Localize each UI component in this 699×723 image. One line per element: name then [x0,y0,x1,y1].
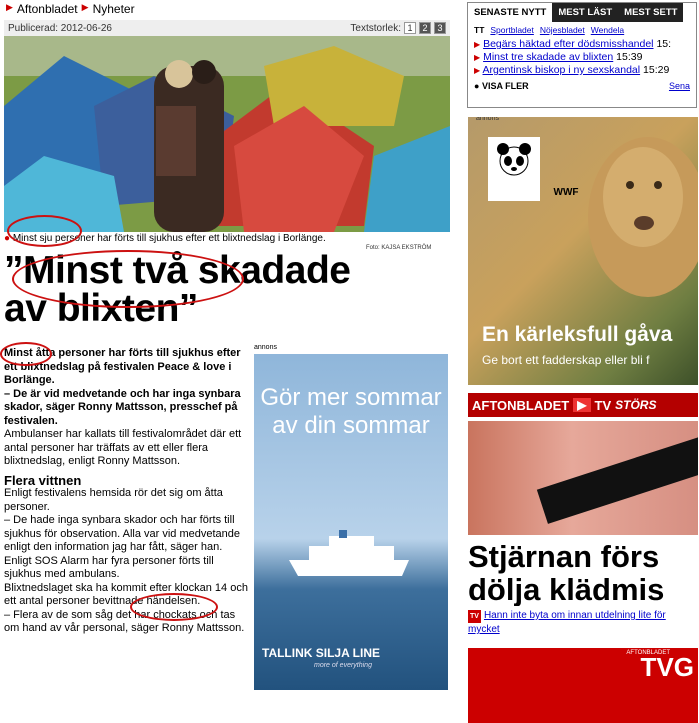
arrow-icon: ▶ [474,66,481,75]
news-title[interactable]: Begärs häktad efter dödsmisshandel [483,38,653,50]
news-filters: TT Sportbladet Nöjesbladet Wendela [468,22,696,38]
photo-credit: Foto: KAJSA EKSTRÖM [366,245,432,251]
tv-bar-title: STÖRS [615,398,657,412]
news-item[interactable]: ▶ Minst tre skadade av blixten 15:39 [474,51,690,64]
news-title[interactable]: Minst tre skadade av blixten [483,51,613,63]
tab-mest-sett[interactable]: MEST SETT [618,3,684,22]
breadcrumb-nyheter[interactable]: Nyheter [93,2,135,16]
arrow-icon: ▶ [6,2,13,12]
news-item[interactable]: ▶ Argentinsk biskop i ny sexskandal 15:2… [474,64,690,77]
bullet-icon: ● [4,233,11,244]
news-title[interactable]: Argentinsk biskop i ny sexskandal [483,64,641,76]
article-paragraph: – De hade inga synbara skador och har fö… [4,514,241,553]
arrow-icon: ● [474,81,480,91]
panda-icon [497,143,531,176]
text-size-2-button[interactable]: 2 [419,22,431,34]
tvguide-logo: TVG [640,652,694,682]
arrow-icon: ▶ [81,2,89,12]
text-size-label: Textstorlek: [350,22,401,34]
breadcrumb-aftonbladet[interactable]: Aftonbladet [17,2,78,16]
tv-badge: TV [468,610,481,623]
wwf-subline: Ge bort ett fadderskap eller bli f [482,353,650,367]
arrow-icon: ▶ [474,53,481,62]
wwf-ad[interactable]: annons WWF En kärleksfull gåva Ge bort e… [468,117,698,385]
aftonbladet-tv-bar[interactable]: AFTONBLADET ▶ TV STÖRS [468,393,698,417]
article-quote: – De är vid medvetande och har inga synb… [4,387,241,427]
ad-label: annons [254,344,277,351]
tab-mest-last[interactable]: MEST LÄST [552,3,619,22]
ad-slogan: Gör mer sommar av din sommar [260,384,442,439]
censor-bar [536,434,698,524]
wwf-text: WWF [553,187,579,198]
play-icon: ▶ [573,398,591,412]
senaste-link[interactable]: Sena [669,81,690,91]
hero-photo [4,36,450,232]
publish-bar: Publicerad: 2012-06-26 Textstorlek: 1 2 … [4,20,450,36]
article-paragraph: Enligt festivalens hemsida rör det sig o… [4,487,223,513]
article-paragraph: – Flera av de som såg det har chockats o… [4,608,245,635]
ad-tagline: more of everything [314,662,372,669]
tv-headline[interactable]: Stjärnan förs dölja klädmis [468,540,698,606]
article-paragraph: Blixtnedslaget ska ha kommit efter klock… [4,581,248,608]
lion-image [588,137,698,297]
ad-brand: TALLINK SILJA LINE [262,646,380,660]
tv-bar-tv: TV [594,397,612,413]
published-date: Publicerad: 2012-06-26 [8,22,112,34]
visa-fler-label: VISA FLER [481,81,529,91]
news-footer: ● VISA FLER Sena [468,77,696,95]
tv-link-text[interactable]: Hann inte byta om innan utdelning lite f… [468,610,666,635]
filter-tt[interactable]: TT [474,25,484,35]
filter-nojesbladet[interactable]: Nöjesbladet [540,25,585,35]
news-tabs: SENASTE NYTT MEST LÄST MEST SETT [468,3,696,22]
article-paragraph: Enligt SOS Alarm har fyra personer förts… [4,554,214,581]
article-lead: Minst åtta personer har förts till sjukh… [4,347,241,386]
tv-headline-line-2: dölja klädmis [468,572,665,606]
tv-headline-line-1: Stjärnan förs [468,540,660,574]
article-paragraph: Ambulanser har kallats till festivalområ… [4,428,242,467]
text-size-control: Textstorlek: 1 2 3 [350,22,446,34]
article-headline: ”Minst två skadade av blixten” [4,249,450,330]
headline-line-1: ”Minst två skadade [4,249,351,292]
tallink-ad[interactable]: annons Gör mer sommar av din sommar TALL… [254,344,448,690]
ship-icon [289,530,409,576]
text-size-1-button[interactable]: 1 [404,22,416,34]
tents-photo-image [4,36,450,232]
headline-line-2: av blixten” [4,287,198,330]
text-size-3-button[interactable]: 3 [434,22,446,34]
visa-fler-button[interactable]: ● VISA FLER [474,81,529,91]
filter-wendela[interactable]: Wendela [591,25,624,35]
article-subhead: Flera vittnen [4,472,82,488]
latest-news-widget: SENASTE NYTT MEST LÄST MEST SETT TT Spor… [467,2,697,108]
filter-sportbladet[interactable]: Sportbladet [490,25,533,35]
news-item[interactable]: ▶ Begärs häktad efter dödsmisshandel 15: [474,38,690,51]
caption-text: Minst sju personer har förts till sjukhu… [12,233,326,244]
photo-caption: ● Minst sju personer har förts till sjuk… [4,233,450,244]
wwf-headline: En kärleksfull gåva [482,323,673,346]
tv-teaser-image[interactable] [468,421,698,535]
news-time: 15:29 [643,64,670,76]
tvguide-banner[interactable]: AFTONBLADET TVG [468,648,698,723]
news-time: 15: [656,38,672,50]
tv-link[interactable]: TV Hann inte byta om innan utdelning lite… [468,609,698,636]
tab-senaste-nytt[interactable]: SENASTE NYTT [468,3,553,22]
news-list: ▶ Begärs häktad efter dödsmisshandel 15:… [468,38,696,77]
wwf-logo: WWF [488,137,579,201]
ad-label: annons [476,117,499,122]
article-body: Minst åtta personer har förts till sjukh… [4,347,248,636]
news-time: 15:39 [616,51,643,63]
breadcrumb: ▶ Aftonbladet ▶ Nyheter [6,2,135,16]
arrow-icon: ▶ [474,40,481,49]
tv-bar-brand: AFTONBLADET [472,397,570,413]
